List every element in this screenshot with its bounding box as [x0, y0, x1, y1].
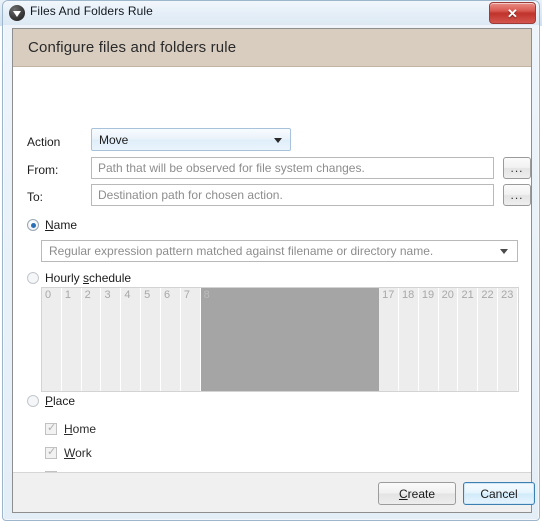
name-pattern-placeholder: Regular expression pattern matched again… — [49, 244, 434, 258]
title-bar: Files And Folders Rule ✕ — [3, 1, 539, 25]
radio-place-label: Place — [45, 394, 75, 408]
checkbox-work-mnemonic: W — [64, 446, 76, 460]
hour-selection-label: 8 — [203, 289, 210, 301]
radio-place-rest: lace — [53, 394, 76, 408]
radio-place-indicator — [27, 395, 39, 407]
action-select-value: Move — [99, 132, 129, 147]
radio-name-rest: ame — [53, 218, 78, 232]
hour-label-17: 17 — [382, 289, 395, 301]
dialog-panel: Configure files and folders rule Action … — [12, 28, 535, 513]
radio-hourly-prefix: Hourly — [45, 271, 84, 285]
hour-cell-21[interactable]: 21 — [458, 288, 479, 391]
to-input-placeholder: Destination path for chosen action. — [98, 188, 283, 202]
hour-label-3: 3 — [104, 289, 111, 301]
cancel-button-label: Cancel — [480, 486, 518, 501]
close-icon: ✕ — [507, 5, 518, 21]
hour-cell-17[interactable]: 17 — [379, 288, 399, 391]
radio-hourly-schedule-indicator — [27, 272, 39, 284]
from-input-placeholder: Path that will be observed for file syst… — [98, 161, 365, 175]
hour-cell-1[interactable]: 1 — [61, 288, 82, 391]
radio-name-mnemonic: N — [45, 218, 54, 232]
page-title: Configure files and folders rule — [28, 39, 237, 56]
radio-hourly-schedule[interactable]: Hourly schedule — [27, 271, 131, 285]
hour-cell-19[interactable]: 19 — [418, 288, 439, 391]
hour-label-23: 23 — [501, 289, 514, 301]
hour-cell-5[interactable]: 5 — [141, 288, 161, 391]
create-rest: reate — [407, 486, 436, 501]
hour-cell-18[interactable]: 18 — [399, 288, 419, 391]
checkbox-home[interactable]: ✓ Home — [45, 422, 96, 436]
to-browse-button[interactable]: ... — [503, 184, 531, 206]
checkbox-home-box: ✓ — [45, 422, 57, 435]
dialog-button-bar: Create Cancel — [13, 472, 535, 512]
hour-label-18: 18 — [402, 289, 415, 301]
radio-hourly-schedule-label: Hourly schedule — [45, 271, 131, 285]
hour-label-5: 5 — [144, 289, 151, 301]
hour-label-7: 7 — [183, 289, 190, 301]
hour-selection-block[interactable]: 8 — [200, 288, 380, 391]
hour-label-6: 6 — [164, 289, 171, 301]
to-label: To: — [27, 190, 44, 204]
name-pattern-select[interactable]: Regular expression pattern matched again… — [41, 240, 518, 262]
action-select[interactable]: Move — [91, 128, 291, 151]
from-label: From: — [27, 163, 59, 177]
checkbox-work-rest: ork — [75, 446, 92, 460]
from-browse-button[interactable]: ... — [503, 157, 531, 179]
hour-cell-22[interactable]: 22 — [478, 288, 499, 391]
from-input[interactable]: Path that will be observed for file syst… — [91, 157, 494, 179]
create-button[interactable]: Create — [378, 482, 456, 505]
radio-hourly-rest: chedule — [89, 271, 132, 285]
hour-cell-2[interactable]: 2 — [81, 288, 102, 391]
hour-label-0: 0 — [45, 289, 52, 301]
hour-cell-20[interactable]: 20 — [438, 288, 459, 391]
checkbox-work-label: Work — [64, 446, 92, 460]
checkbox-work[interactable]: ✓ Work — [45, 446, 92, 460]
close-button[interactable]: ✕ — [489, 2, 536, 24]
hour-label-22: 22 — [481, 289, 494, 301]
app-triangle-icon — [9, 5, 25, 21]
checkbox-home-rest: ome — [72, 422, 97, 436]
hour-cell-4[interactable]: 4 — [121, 288, 142, 391]
hour-cell-0[interactable]: 0 — [42, 288, 62, 391]
hour-label-4: 4 — [124, 289, 131, 301]
hour-cell-6[interactable]: 6 — [161, 288, 181, 391]
create-mnemonic: C — [398, 486, 408, 501]
cancel-button[interactable]: Cancel — [463, 482, 535, 505]
form-area: Action Move From: Path that will be obse… — [13, 67, 531, 508]
hour-label-1: 1 — [64, 289, 71, 301]
dialog-banner: Configure files and folders rule — [13, 29, 531, 67]
checkbox-home-mnemonic: H — [64, 422, 73, 436]
window-title: Files And Folders Rule — [30, 4, 153, 18]
hour-label-2: 2 — [84, 289, 91, 301]
hourly-schedule-grid[interactable]: 0 1 2 3 4 5 6 7 17 18 19 20 21 22 23 8 — [41, 287, 519, 392]
hour-cell-23[interactable]: 23 — [498, 288, 518, 391]
checkbox-work-box: ✓ — [45, 446, 57, 459]
files-and-folders-rule-dialog: Files And Folders Rule ✕ Configure files… — [2, 0, 540, 521]
hour-cell-7[interactable]: 7 — [180, 288, 201, 391]
check-icon: ✓ — [47, 422, 57, 434]
radio-place-mnemonic: P — [45, 394, 54, 408]
radio-name-indicator — [27, 219, 39, 231]
action-label: Action — [27, 135, 61, 149]
hour-label-19: 19 — [421, 289, 435, 301]
check-icon: ✓ — [47, 446, 57, 458]
chevron-down-icon — [500, 249, 508, 254]
hour-label-20: 20 — [441, 289, 454, 301]
radio-name[interactable]: Name — [27, 218, 77, 232]
chevron-down-icon — [274, 137, 282, 143]
create-button-label: Create — [399, 487, 435, 501]
radio-name-label: Name — [45, 218, 77, 232]
to-input[interactable]: Destination path for chosen action. — [91, 184, 494, 206]
hour-cell-3[interactable]: 3 — [101, 288, 122, 391]
radio-place[interactable]: Place — [27, 394, 75, 408]
hour-label-21: 21 — [461, 289, 474, 301]
checkbox-home-label: Home — [64, 422, 96, 436]
